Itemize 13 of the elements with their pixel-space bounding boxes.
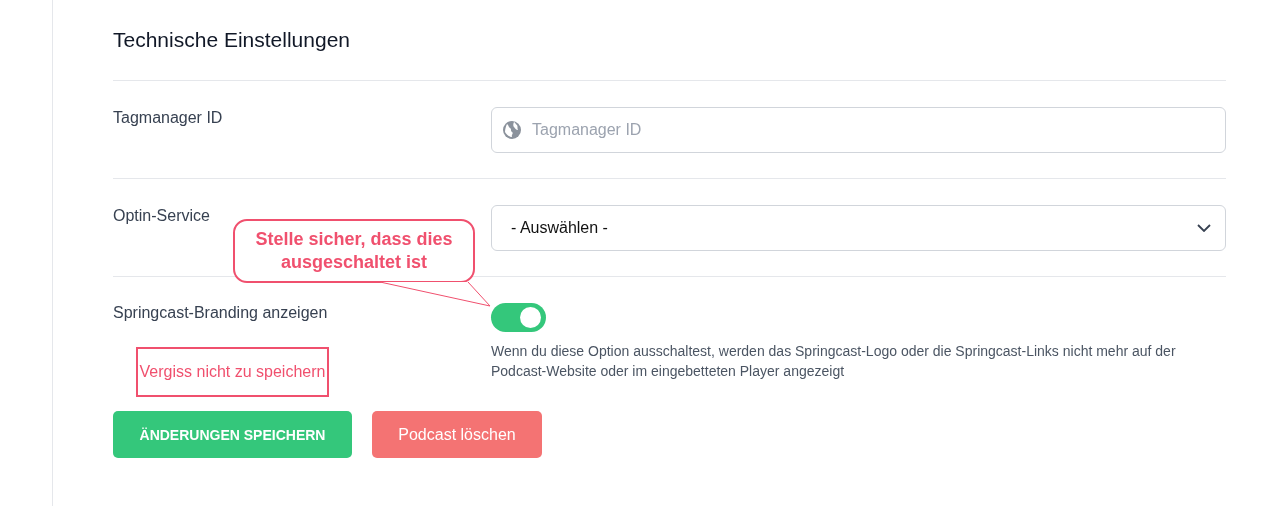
save-button[interactable]: ÄNDERUNGEN SPEICHERN (113, 411, 352, 458)
note-box: Vergiss nicht zu speichern (136, 347, 329, 397)
help-text: Wenn du diese Option ausschaltest, werden das Springcast-Logo oder die Springcast-Links nicht mehr auf der Podcast-Website oder im eingebetteten Player angezeigt (491, 342, 1177, 381)
section-title: Technische Einstellungen (113, 27, 351, 53)
delete-button[interactable]: Podcast löschen (372, 411, 542, 458)
globe-icon (502, 120, 522, 140)
select-field[interactable]: - Auswählen - (491, 205, 1226, 251)
text-field[interactable]: Tagmanager ID (491, 107, 1226, 153)
setting-label: Springcast-Branding anzeigen (113, 303, 328, 322)
chevron-down-icon (1197, 224, 1211, 232)
setting-label: Optin-Service (113, 206, 210, 225)
setting-label: Tagmanager ID (113, 108, 223, 127)
toggle-switch[interactable] (491, 303, 546, 332)
